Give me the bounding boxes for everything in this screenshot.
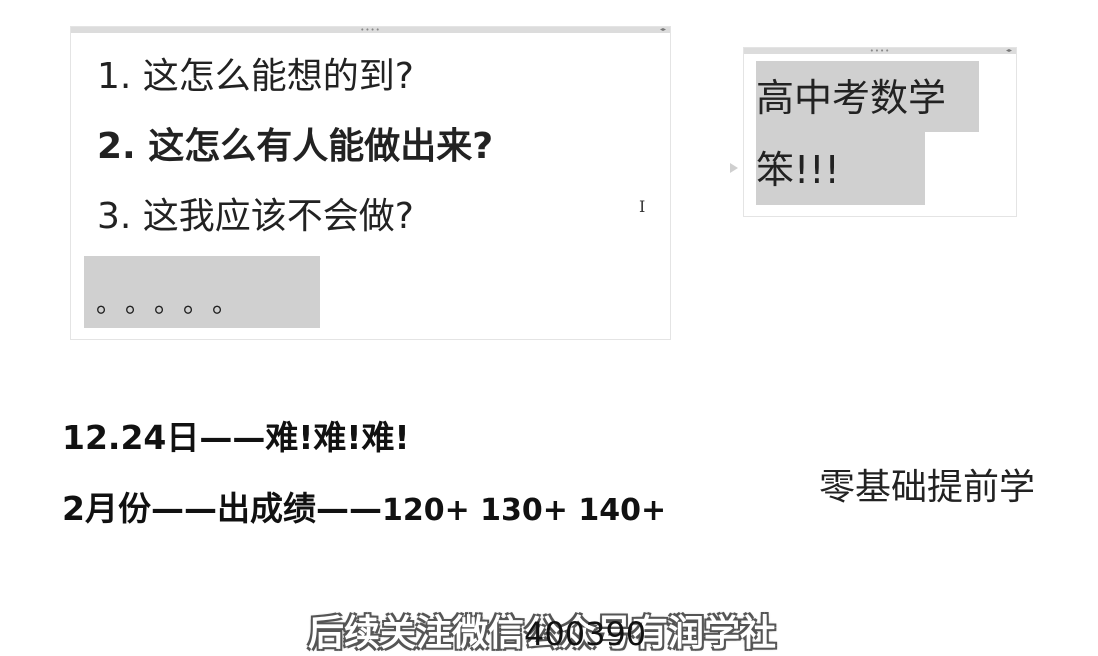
exam-title-text: 高中考数学 [756,76,947,120]
text-cursor-icon: I [639,197,646,216]
grip-icon: •••• [869,47,891,55]
connector-arrow-icon[interactable] [730,163,738,173]
score-targets: 120+ 130+ 140+ [381,493,667,528]
grip-icon: •••• [360,26,381,34]
panel-drag-bar[interactable]: •••• ◂▸ [71,26,670,34]
text-panel-questions[interactable]: •••• ◂▸ 1. 这怎么能想的到? 2. 这怎么有人能做出来? 3. 这我应… [70,26,671,340]
number-overlay: 400390 [524,615,647,653]
results-line: 2月份——出成绩——120+ 130+ 140+ [62,489,666,531]
resize-arrows-icon[interactable]: ◂▸ [660,27,666,33]
question-item-2: 2. 这怎么有人能做出来? [97,126,494,167]
highlight-ellipsis-box: 。。。。。 [84,256,320,328]
question-item-3: 3. 这我应该不会做? [97,196,414,237]
text-panel-exam[interactable]: •••• ◂▸ 高中考数学 笨!!! [743,47,1017,217]
resize-arrows-icon[interactable]: ◂▸ [1006,48,1012,54]
date-line: 12.24日——难!难!难! [62,418,410,457]
panel-drag-bar[interactable]: •••• ◂▸ [744,47,1016,55]
question-item-1: 1. 这怎么能想的到? [97,56,414,97]
zero-basis-note: 零基础提前学 [819,467,1036,508]
ellipsis-text: 。。。。。 [96,289,255,319]
exclaim-text: 笨!!! [756,148,840,192]
results-label: 2月份——出成绩—— [62,489,382,528]
